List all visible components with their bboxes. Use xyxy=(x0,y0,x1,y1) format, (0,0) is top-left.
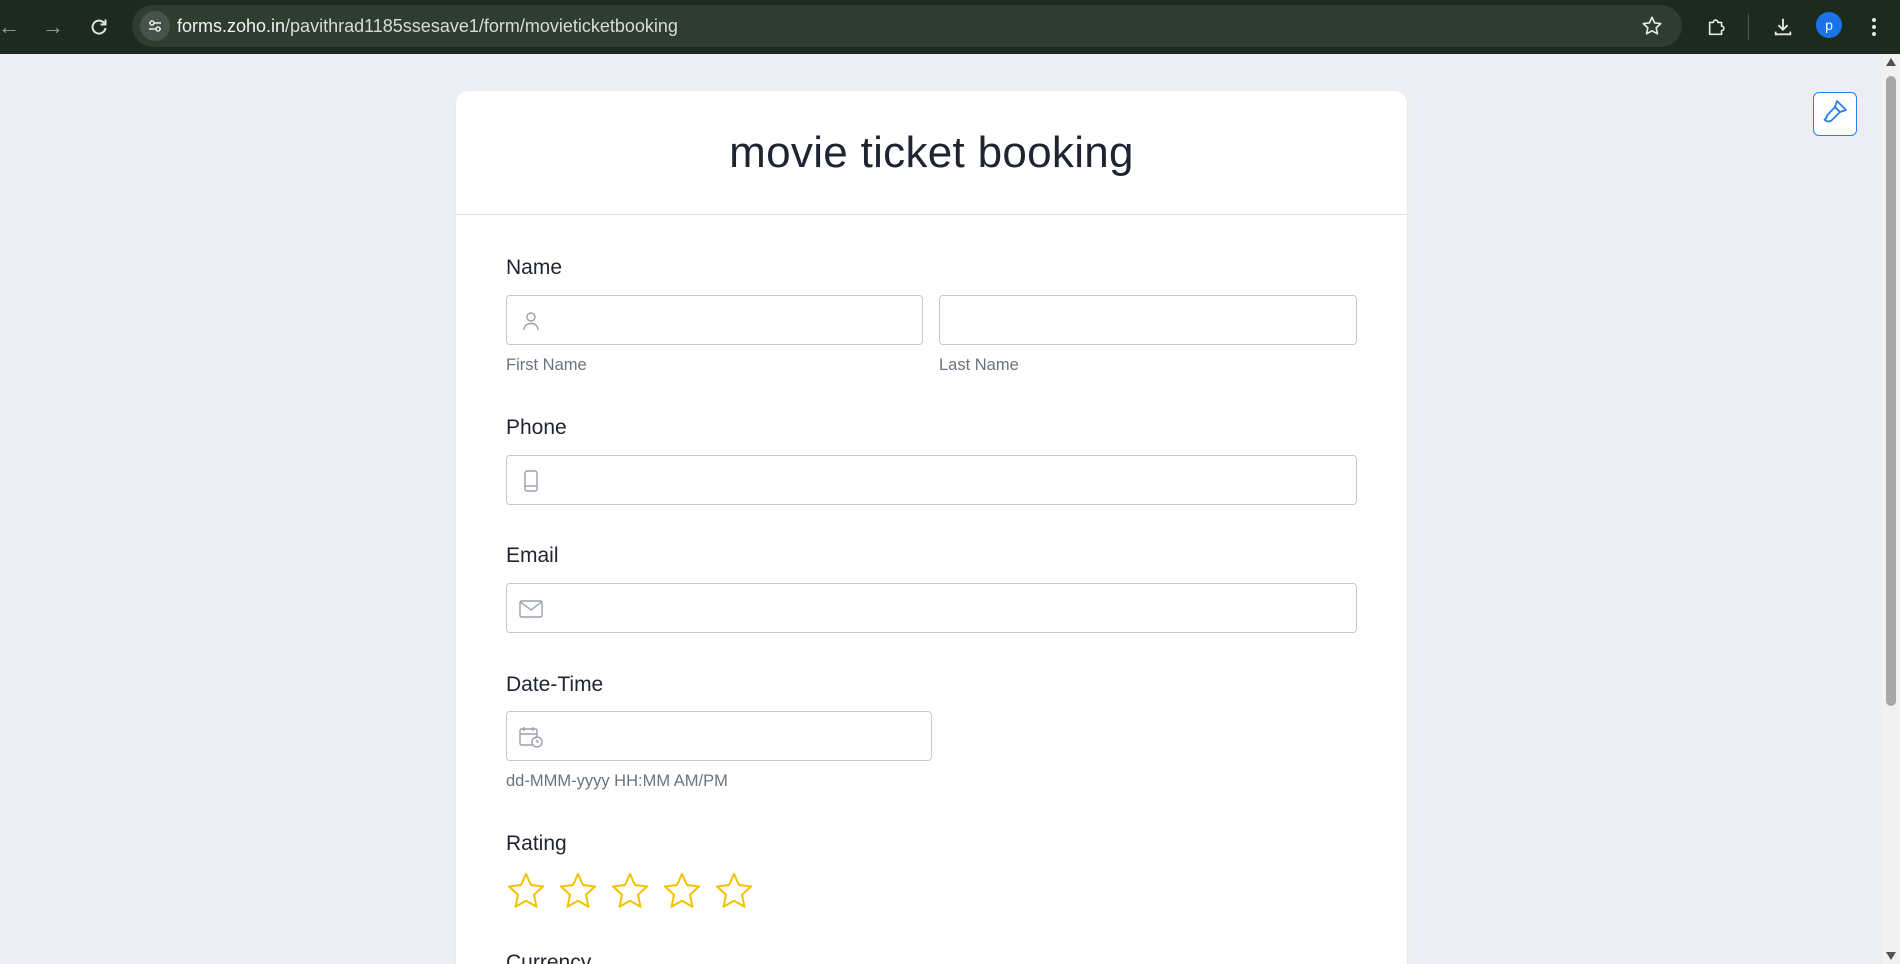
theme-tool-button[interactable] xyxy=(1813,92,1857,136)
first-name-sublabel: First Name xyxy=(506,356,587,374)
paint-brush-icon xyxy=(1821,98,1849,131)
reload-icon[interactable] xyxy=(84,12,114,42)
rating-star-1[interactable] xyxy=(506,871,546,911)
url-text[interactable]: forms.zoho.in/pavithrad1185ssesave1/form… xyxy=(177,5,678,47)
scroll-thumb[interactable] xyxy=(1886,76,1896,706)
rating-star-4[interactable] xyxy=(662,871,702,911)
last-name-input[interactable] xyxy=(952,296,1344,344)
last-name-field xyxy=(939,295,1357,345)
forward-icon[interactable]: → xyxy=(38,12,68,42)
page-scrollbar[interactable] xyxy=(1882,54,1900,964)
currency-label: Currency xyxy=(506,951,592,964)
phone-input[interactable] xyxy=(553,456,1346,504)
phone-field xyxy=(506,455,1357,505)
back-icon[interactable]: ← xyxy=(0,12,24,42)
form-card: movie ticket booking Name First Name Las… xyxy=(456,91,1407,964)
browser-menu-icon[interactable] xyxy=(1857,10,1891,44)
email-label: Email xyxy=(506,544,559,567)
email-field xyxy=(506,583,1357,633)
rating-star-5[interactable] xyxy=(714,871,754,911)
mail-icon xyxy=(519,597,543,621)
datetime-label: Date-Time xyxy=(506,673,604,696)
browser-toolbar: ← → forms.zoho.in/pavithrad1185ssesave1/… xyxy=(0,0,1900,54)
form-title: movie ticket booking xyxy=(456,91,1407,215)
site-info-icon[interactable] xyxy=(140,11,170,41)
rating-star-2[interactable] xyxy=(558,871,598,911)
extensions-icon[interactable] xyxy=(1700,10,1734,44)
rating-star-3[interactable] xyxy=(610,871,650,911)
calendar-clock-icon[interactable] xyxy=(519,725,543,749)
address-bar[interactable]: forms.zoho.in/pavithrad1185ssesave1/form… xyxy=(132,5,1682,47)
datetime-field xyxy=(506,711,932,761)
rating-stars xyxy=(506,871,754,911)
rating-label: Rating xyxy=(506,832,567,855)
download-icon[interactable] xyxy=(1766,10,1800,44)
datetime-format-hint: dd-MMM-yyyy HH:MM AM/PM xyxy=(506,772,728,790)
first-name-field xyxy=(506,295,923,345)
name-label: Name xyxy=(506,256,563,279)
toolbar-divider xyxy=(1748,14,1749,40)
url-host: forms.zoho.in xyxy=(177,16,286,36)
profile-avatar[interactable]: p xyxy=(1816,12,1842,38)
user-icon xyxy=(519,309,543,333)
datetime-input[interactable] xyxy=(553,712,921,760)
last-name-sublabel: Last Name xyxy=(939,356,1019,374)
scroll-up-arrow-icon[interactable] xyxy=(1886,58,1896,66)
email-input[interactable] xyxy=(553,584,1346,632)
scroll-down-arrow-icon[interactable] xyxy=(1886,952,1896,960)
url-path: /pavithrad1185ssesave1/form/movieticketb… xyxy=(285,16,678,36)
first-name-input[interactable] xyxy=(553,296,912,344)
bookmark-star-icon[interactable] xyxy=(1635,9,1669,43)
phone-icon xyxy=(519,469,543,493)
phone-label: Phone xyxy=(506,416,567,439)
